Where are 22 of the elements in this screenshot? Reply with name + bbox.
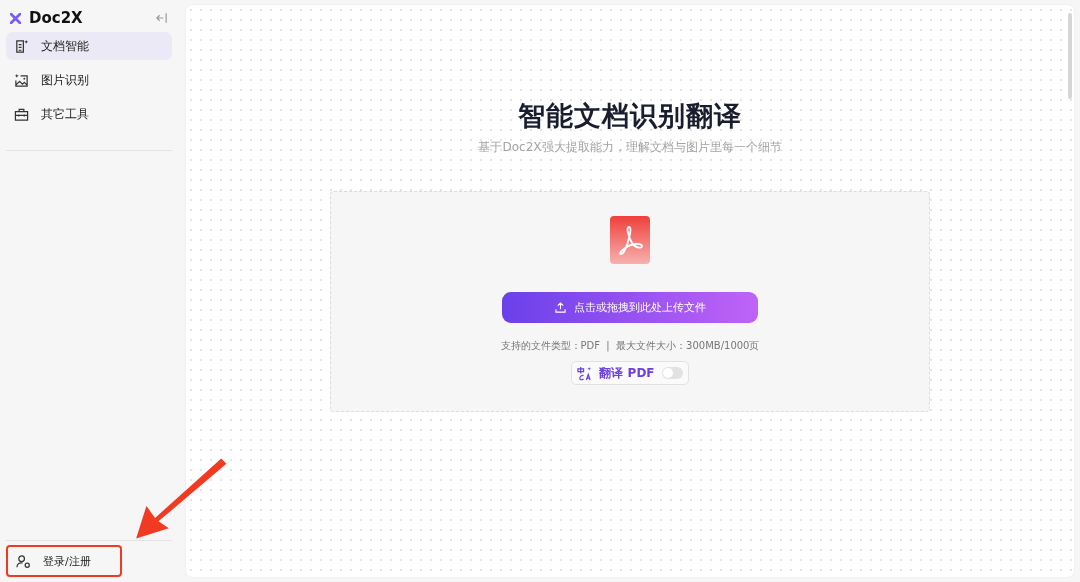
sidebar-item[interactable]: 图片识别 xyxy=(6,66,172,94)
page-title: 智能文档识别翻译 xyxy=(518,99,742,133)
login-item[interactable]: 登录/注册 xyxy=(6,545,122,577)
scrollbar[interactable] xyxy=(1068,13,1072,99)
sidebar-item[interactable]: 文档智能 xyxy=(6,32,172,60)
translate-icon xyxy=(577,365,593,381)
translate-label: 翻译 PDF xyxy=(599,364,655,382)
pdf-icon xyxy=(610,216,650,264)
translate-toggle[interactable] xyxy=(661,367,683,379)
upload-icon xyxy=(554,302,566,313)
page-subtitle: 基于Doc2X强大提取能力，理解文档与图片里每一个细节 xyxy=(478,139,782,156)
upload-button[interactable]: 点击或拖拽到此处上传文件 xyxy=(502,292,758,323)
sidebar-item[interactable]: 其它工具 xyxy=(6,100,172,128)
toolbox-icon xyxy=(14,106,29,122)
image-icon xyxy=(14,72,29,88)
app-logo: Doc2X xyxy=(29,9,84,27)
collapse-icon[interactable] xyxy=(155,12,168,24)
logo-icon xyxy=(10,12,21,24)
user-icon xyxy=(16,553,31,569)
document-icon xyxy=(14,38,29,54)
upload-area[interactable]: 点击或拖拽到此处上传文件 支持的文件类型：PDF | 最大文件大小：300MB/1000页 翻译 PDF xyxy=(330,191,930,412)
file-limits-text: 支持的文件类型：PDF | 最大文件大小：300MB/1000页 xyxy=(500,339,760,353)
